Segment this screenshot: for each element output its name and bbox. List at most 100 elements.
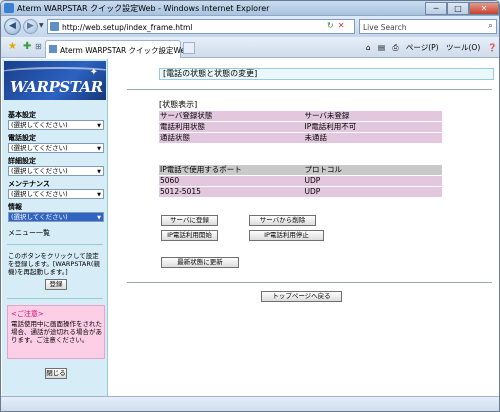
table-row: 5060 UDP	[159, 176, 442, 186]
forward-button[interactable]: ▶	[23, 19, 38, 34]
table-row: サーバ登録状態 サーバ未登録	[159, 111, 442, 121]
maintenance-select[interactable]: (選択してください) ▼	[8, 189, 104, 199]
home-icon[interactable]: ⌂	[366, 43, 371, 52]
info-select[interactable]: (選択してください) ▼	[8, 212, 104, 222]
feeds-icon[interactable]: ▤	[378, 43, 385, 52]
status-label: 通話状態	[160, 133, 190, 142]
stop-icon[interactable]: ✕	[338, 21, 345, 30]
address-url[interactable]: http://web.setup/index_frame.html	[62, 23, 192, 32]
table-row: 通話状態 未通話	[159, 133, 442, 143]
port-value: 5060	[160, 176, 180, 185]
tools-menu[interactable]: ツール(O)	[446, 43, 480, 52]
arrow-right-icon: ▶	[27, 21, 34, 31]
help-icon[interactable]: ❓	[488, 43, 497, 52]
table-row: 電話利用状態 IP電話利用不可	[159, 122, 442, 132]
stop-ip-phone-button[interactable]: IP電話利用停止	[249, 230, 324, 241]
minimize-button[interactable]: ─	[425, 2, 447, 15]
port-value: 5012-5015	[160, 187, 201, 196]
protocol-header-label: プロトコル	[304, 165, 342, 174]
arrow-left-icon: ◀	[9, 21, 16, 31]
status-bar	[1, 396, 499, 411]
command-bar: ⌂ ▤ ⎙ ページ(P) ツール(O) ❓	[361, 42, 497, 53]
title-bar: Aterm WARPSTAR クイック設定Web - Windows Inter…	[1, 1, 499, 16]
favorites-star-icon[interactable]: ★	[8, 41, 17, 52]
back-to-top-button[interactable]: トップページへ戻る	[261, 291, 342, 302]
unregister-server-button[interactable]: サーバから削除	[249, 215, 316, 226]
search-placeholder[interactable]: Live Search	[363, 23, 406, 32]
advanced-settings-select[interactable]: (選択してください) ▼	[8, 166, 104, 176]
chevron-down-icon: ▼	[97, 123, 101, 129]
navigation-bar: ◀ ▶ ▼ http://web.setup/index_frame.html …	[1, 16, 499, 37]
menu-advanced-settings: 詳細設定 (選択してください) ▼	[8, 157, 104, 176]
nav-icons: ↻ ✕	[327, 21, 348, 30]
main-panel: [電話の状態と状態の変更] [状態表示] サーバ登録状態 サーバ未登録 電話利用…	[109, 59, 499, 396]
divider	[127, 282, 492, 283]
back-button[interactable]: ◀	[4, 18, 21, 35]
tab-title[interactable]: Aterm WARPSTAR クイック設定Web	[60, 45, 190, 56]
tab-bar: ★ ✚ ⊞ Aterm WARPSTAR クイック設定Web ⌂ ▤ ⎙ ページ…	[1, 37, 499, 58]
register-server-button[interactable]: サーバに登録	[161, 215, 218, 226]
caution-title: <ご注意>	[11, 310, 44, 318]
page-content: ✦ WARPSTAR 基本設定 (選択してください) ▼ 電話設定 (選択してくだ…	[2, 59, 499, 396]
address-bar[interactable]: http://web.setup/index_frame.html	[47, 19, 355, 34]
menu-label: 情報	[8, 203, 22, 211]
menu-list-link[interactable]: メニュー一覧	[8, 228, 50, 238]
phone-settings-select[interactable]: (選択してください) ▼	[8, 143, 104, 153]
table-row: 5012-5015 UDP	[159, 187, 442, 197]
menu-phone-settings: 電話設定 (選択してください) ▼	[8, 134, 104, 153]
menu-maintenance: メンテナンス (選択してください) ▼	[8, 180, 104, 199]
star-icon: ✦	[89, 67, 98, 78]
page-icon	[49, 45, 57, 53]
close-button[interactable]: 閉じる	[45, 368, 67, 379]
menu-label: 基本設定	[8, 111, 36, 119]
new-tab-button[interactable]	[183, 42, 195, 54]
port-header-label: IP電話で使用するポート	[160, 165, 242, 174]
caution-box: <ご注意> 電話使用中に画面操作をされた場合、通話が途切れる場合があります。ご注…	[7, 305, 105, 359]
table-header-row: IP電話で使用するポート プロトコル	[159, 165, 442, 175]
save-button[interactable]: 登録	[45, 279, 67, 290]
refresh-icon[interactable]: ↻	[327, 21, 334, 30]
menu-label: 電話設定	[8, 134, 36, 142]
recent-pages-dropdown[interactable]: ▼	[39, 22, 44, 29]
window-controls: ─ □ ✕	[425, 2, 499, 15]
sidebar-divider	[7, 244, 103, 245]
status-value: 未通話	[304, 133, 327, 142]
status-section-title: [状態表示]	[159, 100, 198, 109]
add-favorites-icon[interactable]: ✚	[23, 41, 31, 52]
window-title: Aterm WARPSTAR クイック設定Web - Windows Inter…	[17, 4, 270, 13]
search-box[interactable]: Live Search ⌕	[359, 19, 497, 34]
tab-list-icon[interactable]: ⊞	[35, 42, 42, 51]
close-window-button[interactable]: ✕	[469, 2, 499, 15]
print-icon[interactable]: ⎙	[392, 43, 398, 52]
page-icon	[50, 22, 59, 31]
menu-basic-settings: 基本設定 (選択してください) ▼	[8, 111, 104, 130]
tab-active[interactable]: Aterm WARPSTAR クイック設定Web	[45, 40, 190, 58]
ie-icon	[4, 3, 14, 13]
search-icon[interactable]: ⌕	[488, 21, 493, 31]
logo-text: WARPSTAR	[10, 78, 103, 96]
port-table: IP電話で使用するポート プロトコル 5060 UDP 5012-5015 UD…	[159, 165, 442, 198]
start-ip-phone-button[interactable]: IP電話利用開始	[161, 230, 218, 241]
save-note: このボタンをクリックして設定を登録します。[WARPSTAR(親機)を再起動しま…	[8, 252, 100, 276]
warpstar-logo: ✦ WARPSTAR	[4, 61, 106, 100]
status-table: サーバ登録状態 サーバ未登録 電話利用状態 IP電話利用不可 通話状態 未通話	[159, 111, 442, 144]
maximize-button[interactable]: □	[447, 2, 469, 15]
menu-info: 情報 (選択してください) ▼	[8, 203, 104, 222]
chevron-down-icon: ▼	[97, 192, 101, 198]
sidebar-divider	[7, 298, 103, 299]
caution-body: 電話使用中に画面操作をされた場合、通話が途切れる場合があります。ご注意ください。	[11, 320, 102, 344]
protocol-value: UDP	[304, 176, 321, 185]
page-title: [電話の状態と状態の変更]	[159, 68, 494, 80]
chevron-down-icon: ▼	[97, 215, 101, 221]
refresh-status-button[interactable]: 最新状態に更新	[161, 257, 239, 268]
protocol-value: UDP	[304, 187, 321, 196]
browser-window: Aterm WARPSTAR クイック設定Web - Windows Inter…	[0, 0, 500, 412]
chevron-down-icon: ▼	[97, 169, 101, 175]
menu-label: 詳細設定	[8, 157, 36, 165]
status-label: サーバ登録状態	[160, 111, 213, 120]
menu-label: メンテナンス	[8, 180, 50, 188]
basic-settings-select[interactable]: (選択してください) ▼	[8, 120, 104, 130]
sidebar: ✦ WARPSTAR 基本設定 (選択してください) ▼ 電話設定 (選択してくだ…	[2, 59, 108, 396]
status-value: IP電話利用不可	[304, 122, 357, 131]
page-menu[interactable]: ページ(P)	[406, 43, 439, 52]
